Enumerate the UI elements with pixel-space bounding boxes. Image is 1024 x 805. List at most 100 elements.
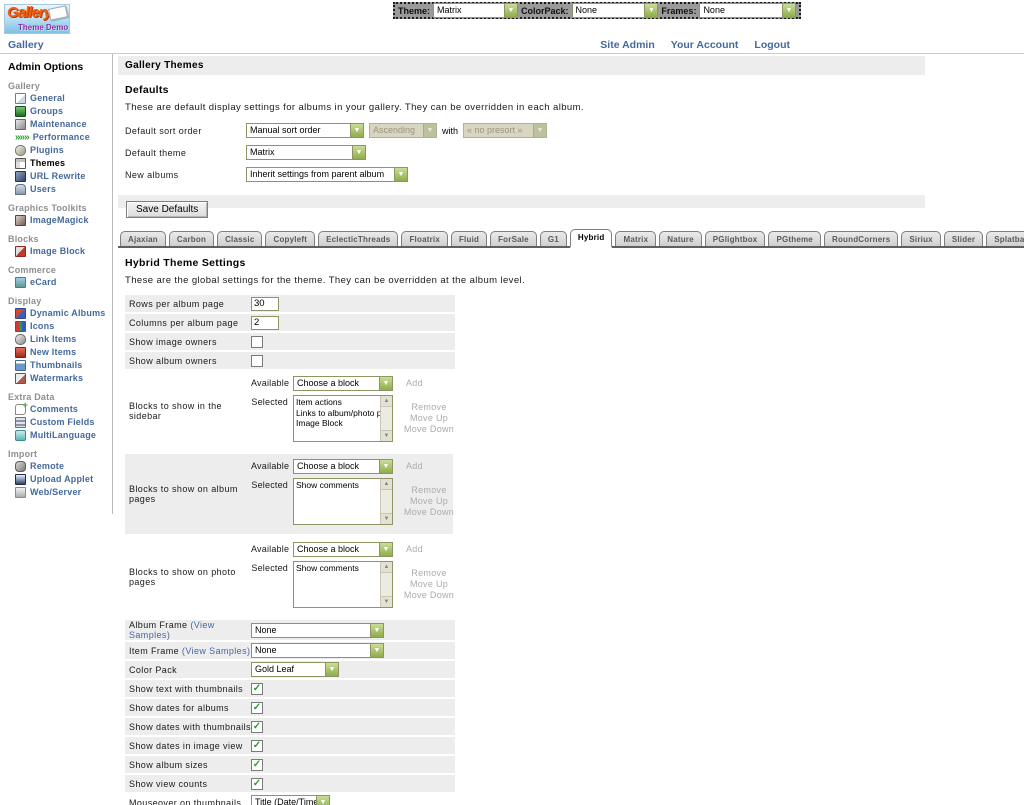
list-item[interactable]: Item actions bbox=[296, 397, 378, 408]
color-pack-select[interactable]: Gold Leaf▼ bbox=[251, 662, 339, 677]
remove-link[interactable]: Remove bbox=[400, 485, 458, 496]
tab-hybrid[interactable]: Hybrid bbox=[570, 229, 613, 248]
theme-select[interactable]: Matrix▼ bbox=[433, 3, 518, 18]
view-samples-link[interactable]: (View Samples) bbox=[182, 646, 250, 656]
list-item[interactable]: Image Block bbox=[296, 418, 378, 429]
gallery-logo[interactable]: Gallery Theme Demo bbox=[4, 4, 70, 34]
show-dates-image-checkbox[interactable] bbox=[251, 740, 263, 752]
list-item[interactable]: Show comments bbox=[296, 480, 378, 491]
breadcrumb-gallery-link[interactable]: Gallery bbox=[8, 39, 44, 51]
move-down-link[interactable]: Move Down bbox=[400, 507, 458, 518]
blocks-sidebar-available-select[interactable]: Choose a block▼ bbox=[293, 376, 393, 391]
columns-per-page-input[interactable] bbox=[251, 316, 279, 330]
sidebar-item-image-block[interactable]: Image Block bbox=[15, 246, 110, 257]
move-down-link[interactable]: Move Down bbox=[400, 424, 458, 435]
tab-fluid[interactable]: Fluid bbox=[451, 231, 487, 246]
move-down-link[interactable]: Move Down bbox=[400, 590, 458, 601]
logout-link[interactable]: Logout bbox=[754, 39, 790, 51]
tab-splatbang[interactable]: Splatbang bbox=[986, 231, 1024, 246]
tab-slider[interactable]: Slider bbox=[944, 231, 983, 246]
sidebar-item-remote[interactable]: Remote bbox=[15, 461, 110, 472]
blocks-album-available-select[interactable]: Choose a block▼ bbox=[293, 459, 393, 474]
tab-g1[interactable]: G1 bbox=[540, 231, 567, 246]
scroll-down-icon[interactable]: ▼ bbox=[381, 430, 392, 441]
sort-order-select[interactable]: Manual sort order▼ bbox=[246, 123, 364, 138]
scroll-up-icon[interactable]: ▲ bbox=[381, 562, 392, 573]
remove-link[interactable]: Remove bbox=[400, 568, 458, 579]
new-albums-select[interactable]: Inherit settings from parent album▼ bbox=[246, 167, 408, 182]
tab-pgtheme[interactable]: PGtheme bbox=[768, 231, 821, 246]
tab-pglightbox[interactable]: PGlightbox bbox=[705, 231, 766, 246]
sidebar-item-dynamic-albums[interactable]: Dynamic Albums bbox=[15, 308, 110, 319]
tab-carbon[interactable]: Carbon bbox=[169, 231, 214, 246]
show-text-thumbs-checkbox[interactable] bbox=[251, 683, 263, 695]
add-link[interactable]: Add bbox=[406, 376, 423, 388]
add-link[interactable]: Add bbox=[406, 542, 423, 554]
sidebar-item-icons[interactable]: Icons bbox=[15, 321, 110, 332]
sidebar-item-thumbnails[interactable]: Thumbnails bbox=[15, 360, 110, 371]
frames-select[interactable]: None▼ bbox=[699, 3, 796, 18]
sidebar-item-users[interactable]: Users bbox=[15, 184, 110, 195]
tab-classic[interactable]: Classic bbox=[217, 231, 262, 246]
scrollbar[interactable]: ▲▼ bbox=[380, 562, 392, 607]
blocks-album-selected-list[interactable]: Show comments ▲▼ bbox=[293, 478, 393, 525]
sidebar-item-groups[interactable]: Groups bbox=[15, 106, 110, 117]
list-item[interactable]: Links to album/photo peers bbox=[296, 408, 378, 419]
item-frame-select[interactable]: None▼ bbox=[251, 643, 384, 658]
show-image-owners-checkbox[interactable] bbox=[251, 336, 263, 348]
sidebar-item-multilanguage[interactable]: MultiLanguage bbox=[15, 430, 110, 441]
scrollbar[interactable]: ▲▼ bbox=[380, 396, 392, 441]
save-defaults-button[interactable]: Save Defaults bbox=[126, 201, 208, 218]
show-dates-albums-checkbox[interactable] bbox=[251, 702, 263, 714]
tab-roundcorners[interactable]: RoundCorners bbox=[824, 231, 898, 246]
move-up-link[interactable]: Move Up bbox=[400, 496, 458, 507]
sidebar-item-web-server[interactable]: Web/Server bbox=[15, 487, 110, 498]
sidebar-item-url-rewrite[interactable]: URL Rewrite bbox=[15, 171, 110, 182]
scroll-down-icon[interactable]: ▼ bbox=[381, 513, 392, 524]
remove-link[interactable]: Remove bbox=[400, 402, 458, 413]
sidebar-item-maintenance[interactable]: Maintenance bbox=[15, 119, 110, 130]
sidebar-item-general[interactable]: General bbox=[15, 93, 110, 104]
move-up-link[interactable]: Move Up bbox=[400, 413, 458, 424]
tab-floatrix[interactable]: Floatrix bbox=[401, 231, 448, 246]
list-item[interactable]: Show comments bbox=[296, 563, 378, 574]
mouseover-select[interactable]: Title (Date/Time)▼ bbox=[251, 795, 330, 805]
sidebar-item-upload-applet[interactable]: Upload Applet bbox=[15, 474, 110, 485]
album-frame-select[interactable]: None▼ bbox=[251, 623, 384, 638]
sidebar-item-ecard[interactable]: eCard bbox=[15, 277, 110, 288]
tab-siriux[interactable]: Siriux bbox=[901, 231, 940, 246]
rows-per-page-input[interactable] bbox=[251, 297, 279, 311]
colorpack-select[interactable]: None▼ bbox=[572, 3, 659, 18]
sidebar-item-themes[interactable]: Themes bbox=[15, 158, 110, 169]
blocks-sidebar-selected-list[interactable]: Item actions Links to album/photo peers … bbox=[293, 395, 393, 442]
site-admin-link[interactable]: Site Admin bbox=[600, 39, 654, 51]
sidebar-item-imagemagick[interactable]: ImageMagick bbox=[15, 215, 110, 226]
scrollbar[interactable]: ▲▼ bbox=[380, 479, 392, 524]
scroll-up-icon[interactable]: ▲ bbox=[381, 479, 392, 490]
tab-nature[interactable]: Nature bbox=[659, 231, 702, 246]
show-album-owners-checkbox[interactable] bbox=[251, 355, 263, 367]
sidebar-item-custom-fields[interactable]: Custom Fields bbox=[15, 417, 110, 428]
sidebar-item-watermarks[interactable]: Watermarks bbox=[15, 373, 110, 384]
scroll-down-icon[interactable]: ▼ bbox=[381, 596, 392, 607]
scroll-up-icon[interactable]: ▲ bbox=[381, 396, 392, 407]
tab-forsale[interactable]: ForSale bbox=[490, 231, 537, 246]
show-dates-thumbs-checkbox[interactable] bbox=[251, 721, 263, 733]
default-theme-select[interactable]: Matrix▼ bbox=[246, 145, 366, 160]
show-album-sizes-checkbox[interactable] bbox=[251, 759, 263, 771]
tab-ajaxian[interactable]: Ajaxian bbox=[120, 231, 166, 246]
sidebar-item-plugins[interactable]: Plugins bbox=[15, 145, 110, 156]
your-account-link[interactable]: Your Account bbox=[671, 39, 739, 51]
tab-matrix[interactable]: Matrix bbox=[615, 231, 656, 246]
tab-copyleft[interactable]: Copyleft bbox=[265, 231, 315, 246]
sidebar-item-link-items[interactable]: Link Items bbox=[15, 334, 110, 345]
sidebar-item-performance[interactable]: Performance bbox=[15, 132, 110, 143]
blocks-photo-available-select[interactable]: Choose a block▼ bbox=[293, 542, 393, 557]
sidebar-item-new-items[interactable]: New Items bbox=[15, 347, 110, 358]
blocks-photo-selected-list[interactable]: Show comments ▲▼ bbox=[293, 561, 393, 608]
move-up-link[interactable]: Move Up bbox=[400, 579, 458, 590]
add-link[interactable]: Add bbox=[406, 459, 423, 471]
tab-eclecticthreads[interactable]: EclecticThreads bbox=[318, 231, 398, 246]
show-view-counts-checkbox[interactable] bbox=[251, 778, 263, 790]
sidebar-item-comments[interactable]: Comments bbox=[15, 404, 110, 415]
